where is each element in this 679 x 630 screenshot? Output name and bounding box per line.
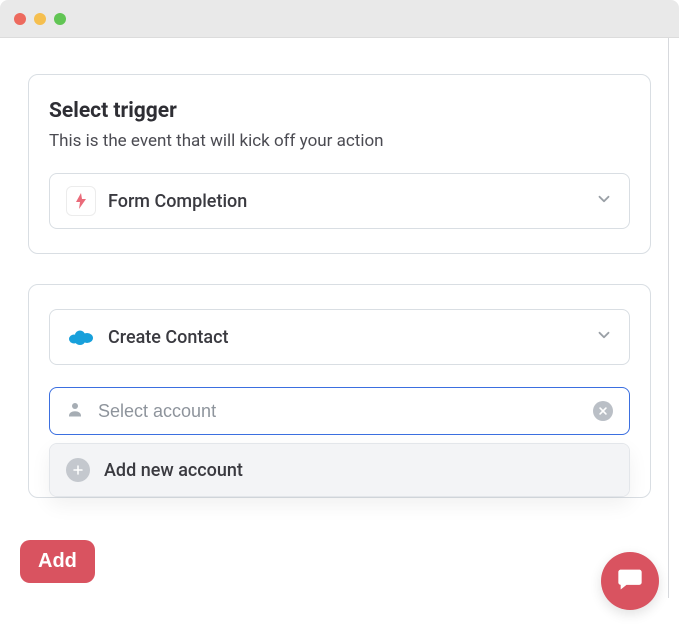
chevron-down-icon bbox=[595, 190, 613, 212]
action-select[interactable]: Create Contact bbox=[49, 309, 630, 365]
trigger-description: This is the event that will kick off you… bbox=[49, 131, 630, 151]
account-dropdown: Add new account bbox=[49, 443, 630, 497]
account-input[interactable] bbox=[98, 401, 579, 422]
account-select-input-row[interactable] bbox=[49, 387, 630, 435]
clear-icon[interactable] bbox=[593, 401, 613, 421]
add-button[interactable]: Add bbox=[20, 540, 95, 583]
chevron-down-icon bbox=[595, 326, 613, 348]
window-titlebar bbox=[0, 0, 679, 38]
action-selected-label: Create Contact bbox=[108, 327, 583, 348]
trigger-select[interactable]: Form Completion bbox=[49, 173, 630, 229]
action-card: Create Contact Add new account bbox=[28, 284, 651, 498]
salesforce-icon bbox=[66, 322, 96, 352]
add-new-account-label: Add new account bbox=[104, 460, 243, 481]
person-icon bbox=[66, 400, 84, 422]
minimize-window-dot[interactable] bbox=[34, 13, 46, 25]
plus-icon bbox=[66, 458, 90, 482]
trigger-selected-label: Form Completion bbox=[108, 191, 583, 212]
main-content: Select trigger This is the event that wi… bbox=[0, 38, 679, 498]
trigger-title: Select trigger bbox=[49, 99, 630, 123]
add-new-account-item[interactable]: Add new account bbox=[50, 444, 629, 496]
close-window-dot[interactable] bbox=[14, 13, 26, 25]
maximize-window-dot[interactable] bbox=[54, 13, 66, 25]
trigger-card: Select trigger This is the event that wi… bbox=[28, 74, 651, 254]
chat-fab[interactable] bbox=[601, 552, 659, 610]
chat-icon bbox=[616, 565, 644, 597]
flash-icon bbox=[66, 186, 96, 216]
